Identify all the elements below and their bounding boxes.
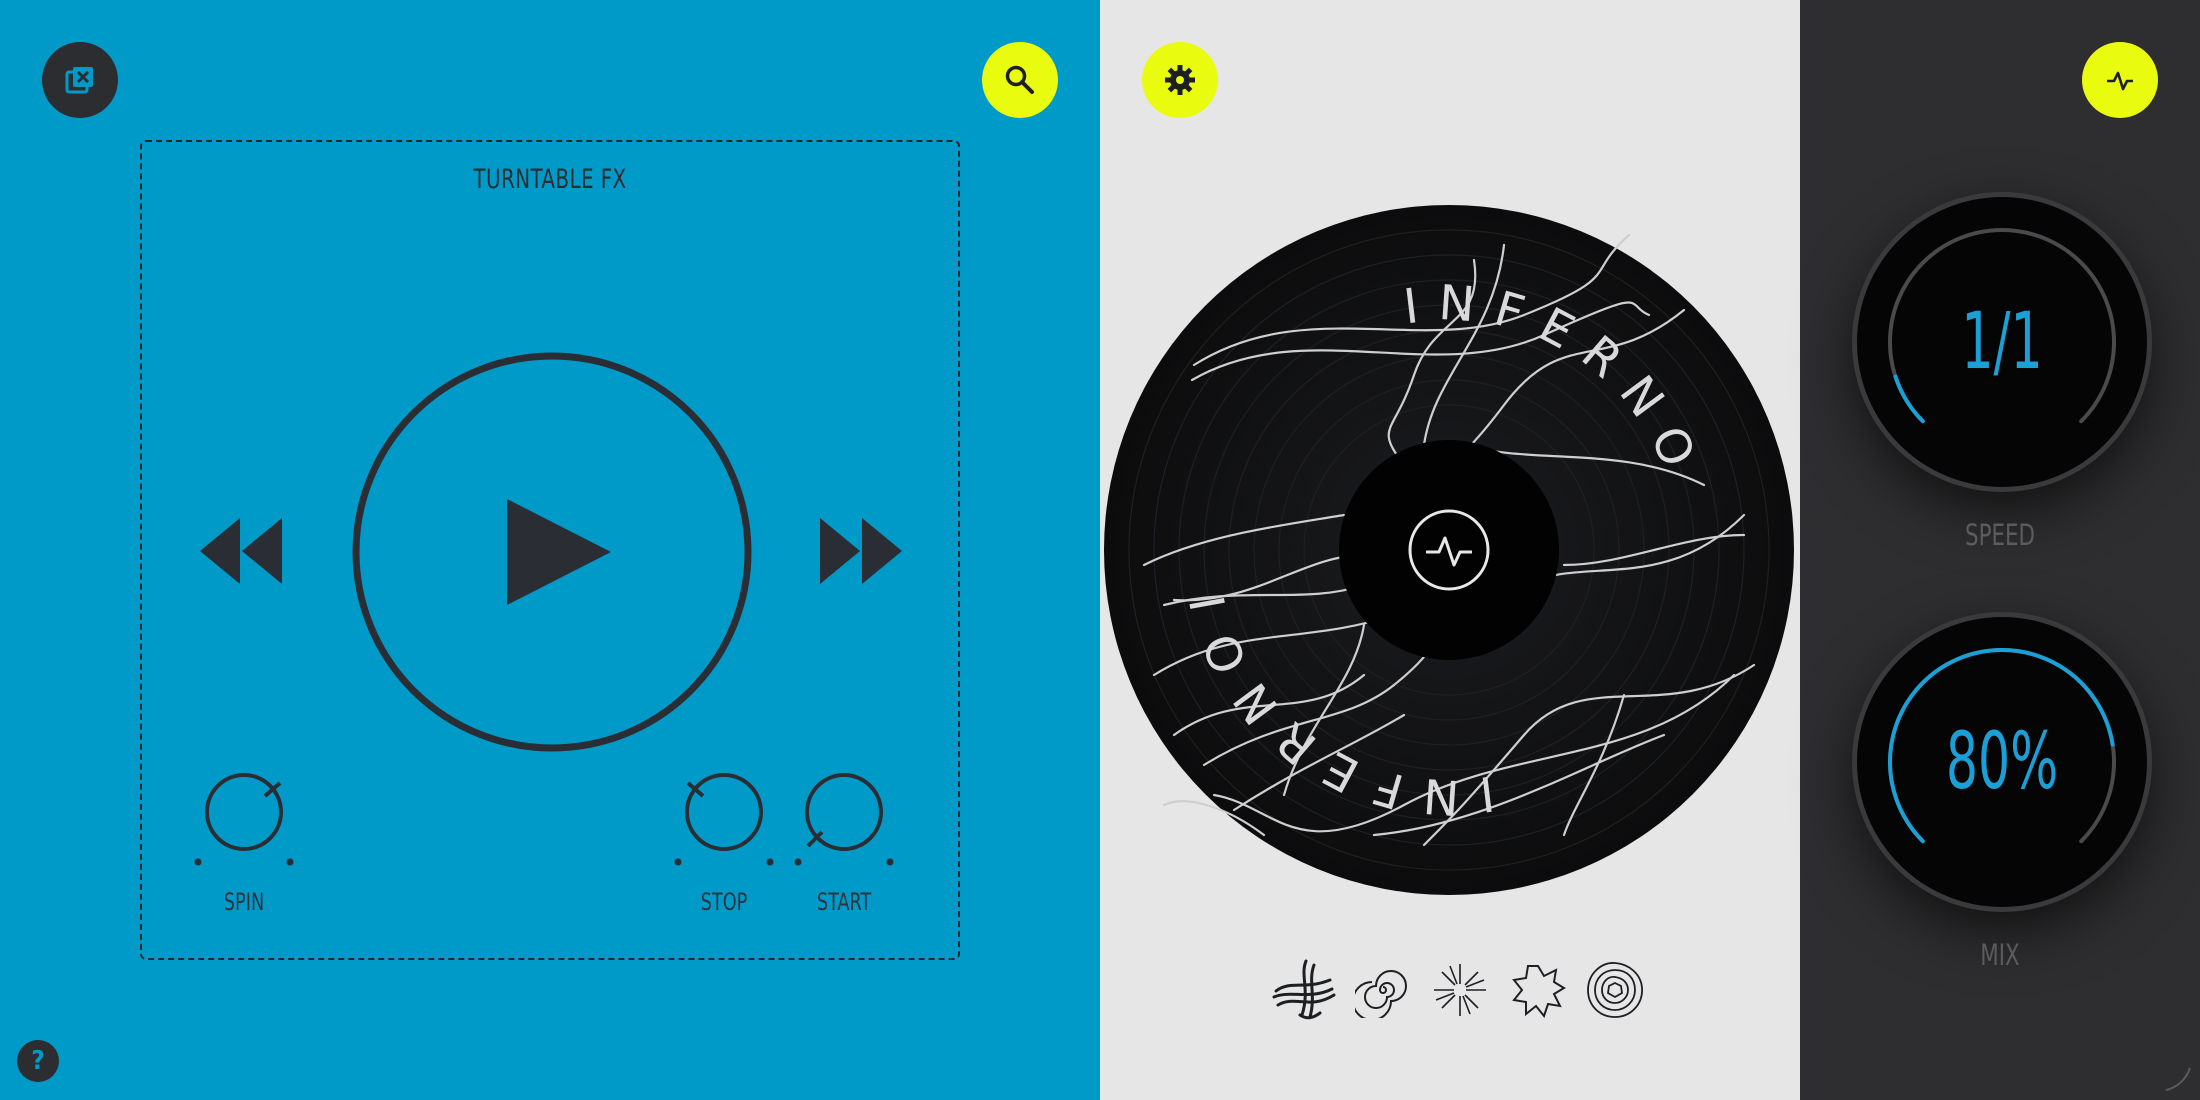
close-layers-icon [65,67,93,94]
spin-knob[interactable] [194,770,294,870]
resize-handle[interactable] [2162,1062,2192,1092]
stop-label: STOP [700,888,748,916]
starburst-icon[interactable] [1425,955,1495,1025]
speed-dial[interactable]: 1/1 [1857,197,2147,487]
settings-button[interactable] [1142,42,1218,118]
start-label: START [816,888,872,916]
turntable-fx-panel: TURNTABLE FX SPIN STOP START ? [0,0,1100,1100]
help-button[interactable]: ? [17,1040,59,1082]
rewind-button[interactable] [200,518,284,584]
record-style-panel: INFERNO INFERNO INFERNO [1100,0,1800,1100]
rings-icon[interactable] [1580,955,1650,1025]
wisps-icon[interactable] [1270,955,1340,1025]
play-icon [507,499,611,605]
transport-frame: TURNTABLE FX SPIN STOP START [140,140,960,960]
close-plugin-button[interactable] [42,42,118,118]
record-style-selector [1270,950,1650,1030]
mix-value: 80% [1945,717,2059,807]
mix-dial[interactable]: 80% [1857,617,2147,907]
gear-icon [1165,65,1195,95]
visualizer-button[interactable] [2082,42,2158,118]
search-icon [1005,65,1034,94]
speed-label: SPEED [1964,518,2035,552]
start-knob[interactable] [794,770,894,870]
parameters-panel: 1/1 SPEED 80% MIX [1800,0,2200,1100]
vinyl-record[interactable]: INFERNO INFERNO INFERNO [1104,205,1794,895]
spiral-icon[interactable] [1348,955,1418,1025]
search-button[interactable] [982,42,1058,118]
rewind-icon [200,518,282,584]
spin-label: SPIN [223,888,265,916]
pulse-icon [2107,71,2133,91]
fast-forward-icon [820,518,902,584]
panel-title: TURNTABLE FX [473,164,627,195]
fast-forward-button[interactable] [820,518,904,584]
stop-knob[interactable] [674,770,774,870]
mix-label: MIX [1980,938,2020,972]
speed-value: 1/1 [1961,297,2043,387]
play-button[interactable] [350,350,754,754]
splash-icon[interactable] [1503,955,1573,1025]
